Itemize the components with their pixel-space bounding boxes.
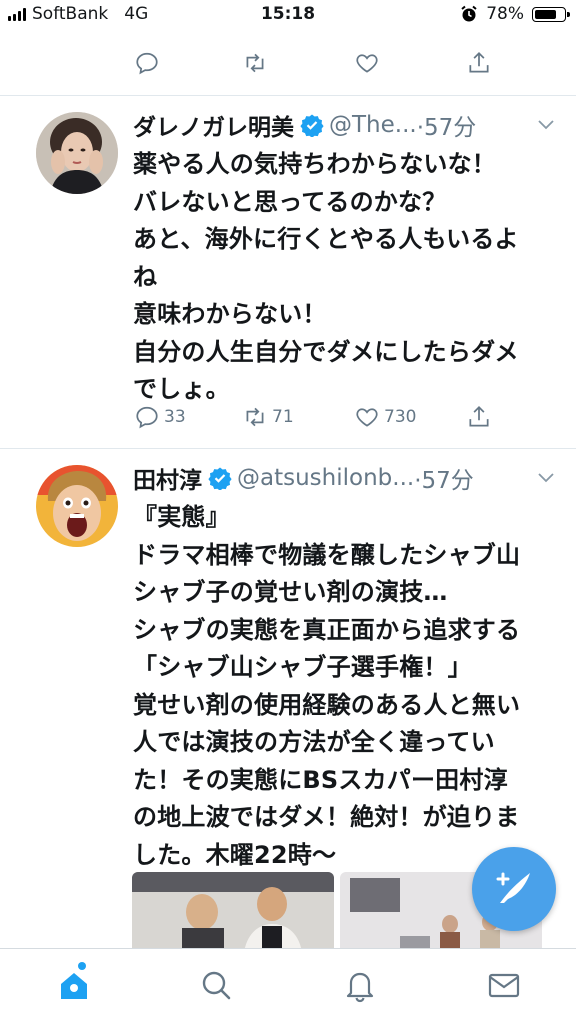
status-bar: SoftBank 4G 15:18 78%: [0, 0, 576, 30]
avatar[interactable]: [36, 112, 118, 194]
retweet-icon: [246, 53, 264, 73]
battery-icon: [532, 6, 570, 22]
chevron-down-icon[interactable]: [536, 114, 556, 134]
media-image[interactable]: [132, 872, 334, 952]
tweet[interactable]: ダレノガレ明美 @The... ·57分 薬やる人の気持ちわからないな！ バレな…: [0, 96, 576, 448]
search-icon: [202, 971, 231, 1000]
share-button[interactable]: [466, 50, 492, 76]
tab-search[interactable]: [198, 967, 234, 1003]
avatar-photo: [36, 465, 118, 547]
tab-notifications[interactable]: [342, 967, 378, 1003]
retweet-button[interactable]: 71: [242, 404, 294, 430]
reply-icon: [136, 52, 158, 75]
heart-icon: [356, 408, 378, 427]
retweet-count: 71: [272, 407, 294, 427]
user-handle[interactable]: @The...: [329, 112, 417, 138]
tweet-time: ·57分: [414, 468, 474, 494]
heart-icon: [356, 54, 378, 73]
home-icon: [61, 973, 87, 999]
like-button[interactable]: 730: [354, 404, 416, 430]
reply-count: 33: [164, 407, 186, 427]
reply-icon: [136, 406, 158, 429]
retweet-icon: [246, 407, 264, 427]
alarm-icon: [461, 5, 477, 22]
verified-badge-icon: [208, 467, 232, 490]
battery-percentage: 78%: [486, 4, 524, 24]
tweet-text: 『実態』 ドラマ相棒で物議を醸したシャブ山 シャブ子の覚せい剤の演技… シャブの…: [133, 503, 521, 869]
tab-bar: [0, 948, 576, 1025]
tab-home[interactable]: [56, 967, 92, 1003]
avatar-photo: [36, 112, 118, 194]
media-thumbnail: [132, 872, 334, 952]
tweet-time: ·57分: [416, 115, 477, 141]
tab-messages[interactable]: [486, 967, 522, 1003]
display-name[interactable]: 田村淳: [133, 461, 202, 495]
share-button[interactable]: [466, 404, 492, 430]
tweet-text: 薬やる人の気持ちわからないな！ バレないと思ってるのかな？ あと、海外に行くとや…: [133, 150, 519, 403]
verified-badge-icon: [300, 114, 324, 137]
messages-icon: [488, 973, 520, 998]
compose-icon: [496, 872, 530, 903]
user-handle[interactable]: @atsushilonb...: [237, 465, 414, 491]
like-count: 730: [384, 407, 417, 427]
previous-tweet-actions: [130, 50, 510, 84]
share-icon: [469, 52, 489, 73]
notifications-icon: [346, 972, 374, 1003]
reply-button[interactable]: 33: [134, 404, 186, 430]
chevron-down-icon[interactable]: [536, 467, 556, 487]
retweet-button[interactable]: [242, 50, 268, 76]
home-unread-dot: [78, 962, 86, 970]
avatar[interactable]: [36, 465, 118, 547]
like-button[interactable]: [354, 50, 380, 76]
tweet-actions: 33 71 730: [130, 404, 510, 438]
compose-tweet-button[interactable]: [472, 847, 556, 931]
share-icon: [469, 406, 489, 427]
reply-button[interactable]: [134, 50, 160, 76]
display-name[interactable]: ダレノガレ明美: [133, 108, 294, 142]
